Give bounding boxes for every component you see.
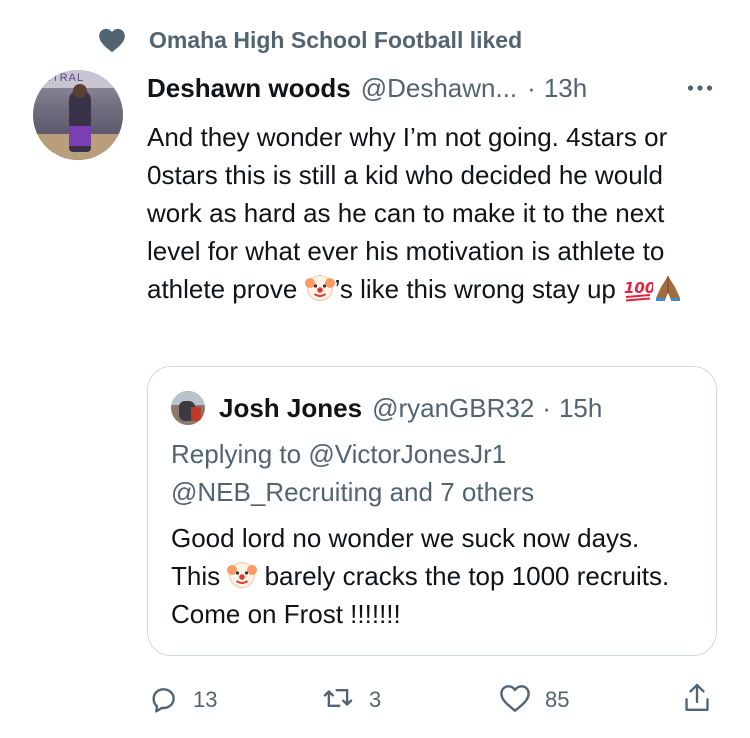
like-button[interactable]: 85 — [499, 678, 569, 722]
hundred-points-emoji: 100 — [624, 279, 653, 302]
retweet-button[interactable]: 3 — [321, 678, 381, 722]
action-bar: 13 3 85 — [147, 678, 717, 722]
tweet-text-part2: ’s like this wrong stay up — [334, 274, 624, 304]
reply-button[interactable]: 13 — [147, 678, 217, 722]
tweet-text: And they wonder why I’m not going. 4star… — [147, 118, 717, 308]
avatar-head — [73, 84, 87, 98]
avatar-shorts — [69, 126, 91, 146]
reply-count: 13 — [193, 687, 218, 712]
quoted-tweet[interactable]: Josh Jones @ryanGBR32 · 15h Replying to … — [147, 366, 717, 656]
like-icon — [499, 683, 531, 718]
share-button[interactable] — [681, 678, 713, 722]
folded-hands-emoji — [656, 276, 681, 301]
replying-mention-victorjonesjr1[interactable]: @VictorJonesJr1 — [308, 439, 506, 469]
quoted-avatar[interactable] — [171, 391, 205, 425]
author-handle[interactable]: @Deshawn... — [361, 73, 517, 104]
quoted-text: Good lord no wonder we suck now days. Th… — [171, 519, 691, 633]
tweet-time[interactable]: 13h — [544, 73, 587, 104]
social-context[interactable]: Omaha High School Football liked — [97, 22, 522, 58]
share-icon — [681, 681, 713, 720]
like-count: 85 — [545, 687, 570, 712]
retweet-count: 3 — [369, 687, 382, 712]
social-context-text: Omaha High School Football liked — [149, 26, 523, 53]
quoted-time[interactable]: 15h — [559, 393, 602, 424]
clown-face-emoji — [304, 275, 335, 301]
separator-dot: · — [527, 72, 536, 103]
quoted-avatar-shirt — [191, 407, 201, 421]
clown-face-emoji — [227, 562, 258, 588]
replying-suffix[interactable]: and 7 others — [382, 477, 535, 507]
avatar-banner-text: NTRAL — [43, 72, 85, 84]
replying-to: Replying to @VictorJonesJr1 @NEB_Recruiti… — [171, 435, 691, 511]
more-icon[interactable] — [684, 74, 716, 102]
retweet-icon — [321, 682, 355, 719]
quoted-separator-dot: · — [542, 392, 551, 423]
quoted-author-handle[interactable]: @ryanGBR32 — [372, 393, 534, 424]
heart-icon — [97, 25, 127, 55]
author-name[interactable]: Deshawn woods — [147, 73, 351, 104]
quoted-header: Josh Jones @ryanGBR32 · 15h — [219, 389, 602, 427]
avatar[interactable]: NTRAL — [33, 70, 123, 160]
replying-mention-neb-recruiting[interactable]: @NEB_Recruiting — [171, 477, 382, 507]
tweet-header: Deshawn woods @Deshawn... · 13h — [147, 70, 587, 106]
replying-prefix: Replying to — [171, 439, 309, 469]
reply-icon — [147, 682, 179, 719]
quoted-author-name[interactable]: Josh Jones — [219, 393, 362, 424]
